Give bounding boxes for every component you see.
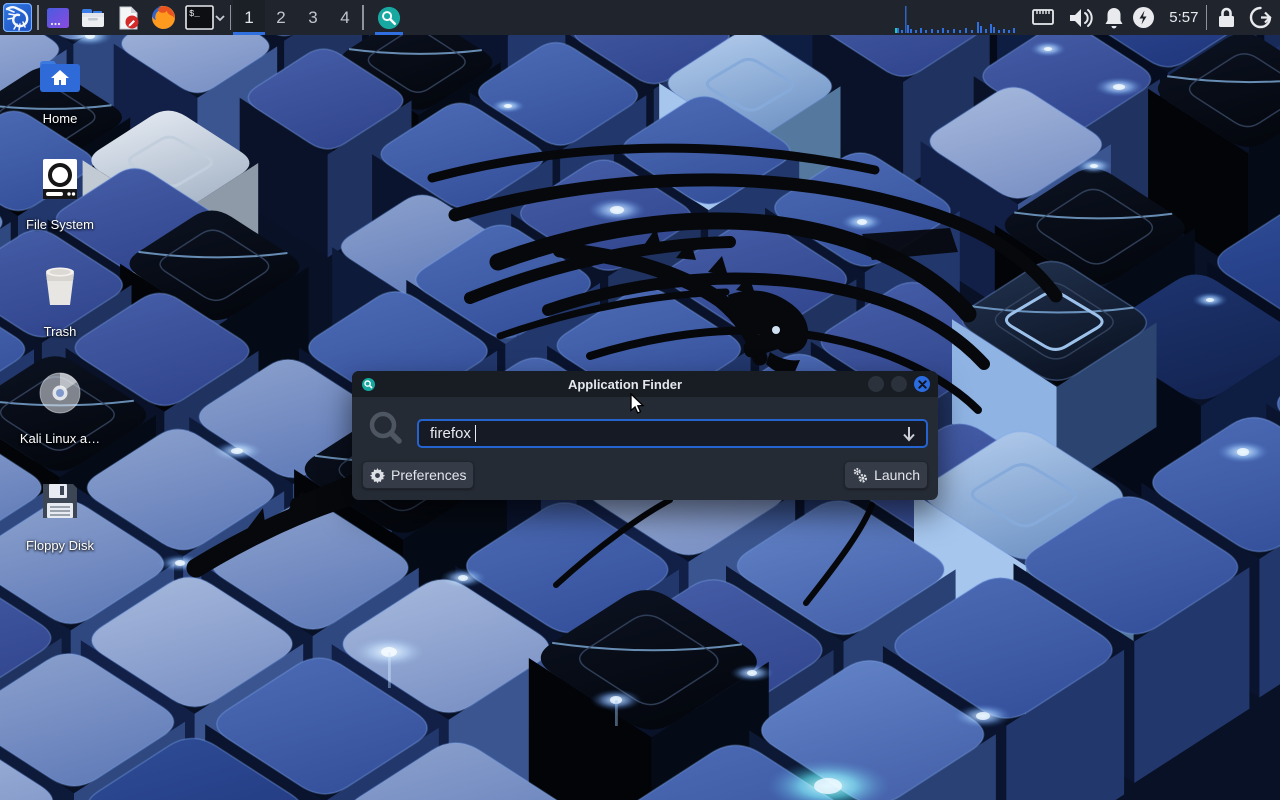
svg-text:$_: $_ [189,9,200,19]
